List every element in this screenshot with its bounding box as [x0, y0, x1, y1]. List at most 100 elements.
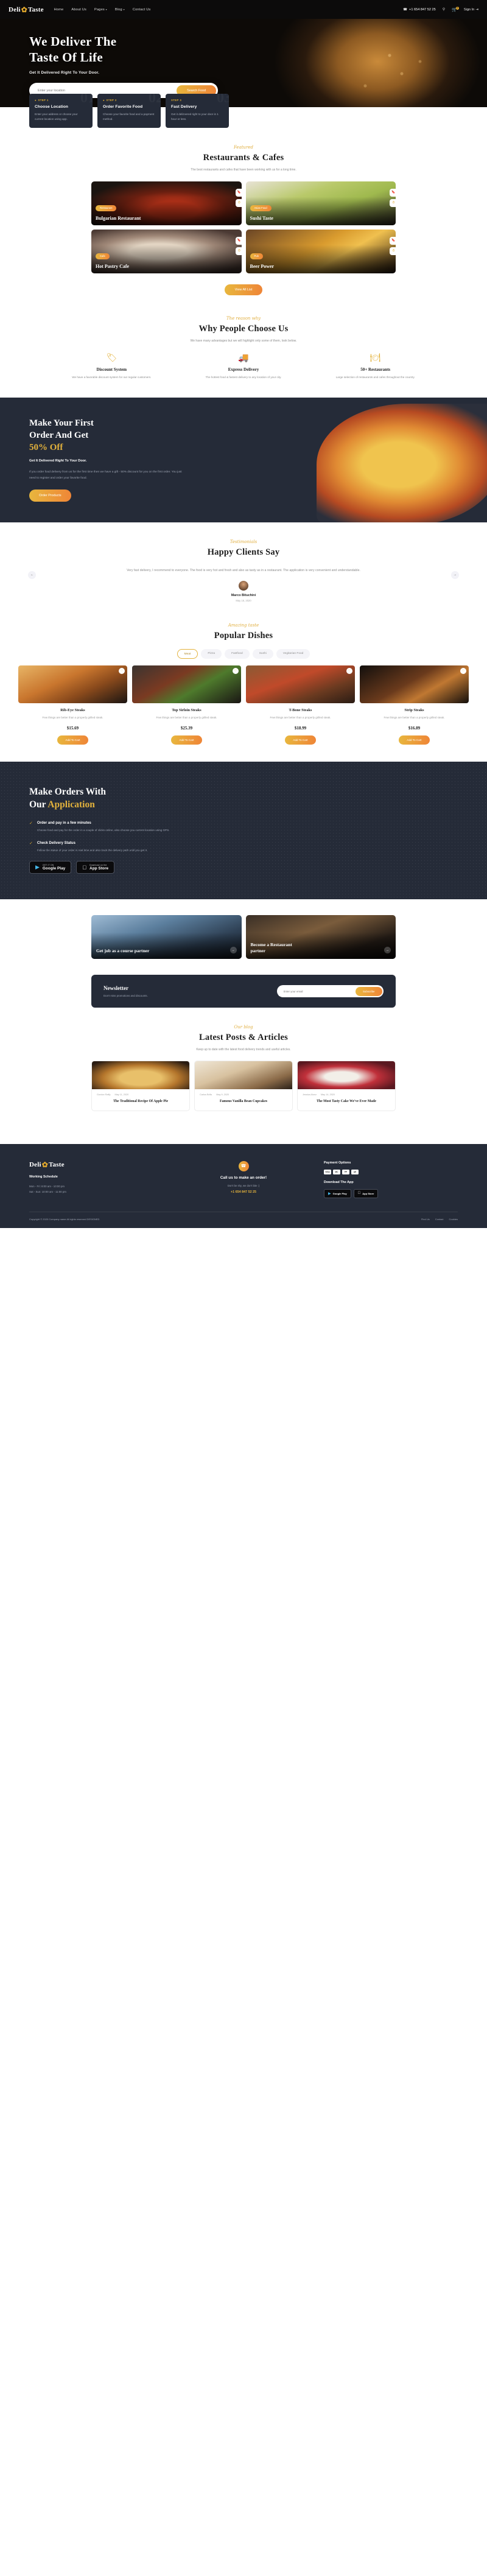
step-text: Enter your address or choose your curren… — [35, 113, 78, 121]
promo-title: Make Your First Order And Get 50% Off — [29, 417, 487, 454]
footer-col-schedule: Deli ✿ Taste Working Schedule Mon - Fri:… — [29, 1161, 163, 1198]
arrow-right-icon[interactable]: → — [229, 947, 237, 954]
restaurant-name: Sushi Taste — [250, 215, 273, 221]
blog-post-card[interactable]: Carlos Brills May 9, 2020 Famous Vanilla … — [194, 1060, 293, 1111]
features-row: 🏷 Discount System We have a favorable di… — [49, 353, 438, 380]
brand-name-second: Taste — [49, 1160, 65, 1168]
app-store-badge[interactable]:  Download on theApp Store — [76, 861, 115, 874]
restaurant-card[interactable]: 🔖 ⏱ Pub Beer Power — [245, 229, 396, 273]
bookmark-icon[interactable]: 🔖 — [390, 188, 396, 197]
restaurant-name: Beer Power — [250, 263, 275, 269]
add-to-cart-button[interactable]: Add To Cart — [57, 735, 88, 745]
sign-in-button[interactable]: Sign In ⇥ — [464, 8, 478, 12]
blog-post-card[interactable]: Jessica Alonz May 14, 2020 The Most Tasty… — [297, 1060, 396, 1111]
newsletter-subscribe-button[interactable]: Subscribe — [355, 986, 382, 996]
restaurant-card[interactable]: 🔖 ⏱ Asian Food Sushi Taste — [245, 181, 396, 225]
blog-post-card[interactable]: Gordon Raffy May 11, 2020 The Traditional… — [91, 1060, 190, 1111]
nav-item-blog[interactable]: Blog ▾ — [115, 8, 125, 12]
footer-call-phone[interactable]: +1 654 847 52 25 — [177, 1190, 310, 1194]
price-tag-icon: 🏷 — [106, 353, 117, 363]
newsletter-email-input[interactable] — [278, 986, 356, 996]
clock-icon[interactable]: ⏱ — [390, 198, 396, 207]
search-icon[interactable]: ⚲ — [443, 7, 445, 12]
dish-price: $18.99 — [294, 725, 307, 731]
partner-card-restaurant[interactable]: Become a Restaurant partner → — [245, 915, 396, 960]
carousel-next-button[interactable]: → — [451, 570, 459, 579]
nav-label: About Us — [71, 7, 87, 12]
testimonials-section: Testimonials Happy Clients Say Very fast… — [0, 522, 487, 619]
partner-card-courier[interactable]: Get job as a course partner → — [91, 915, 242, 960]
google-play-badge[interactable]: ▶ GET IT ON Google Play — [29, 861, 72, 874]
location-search-input[interactable] — [38, 88, 177, 93]
blog-author: Carlos Brills — [200, 1093, 212, 1096]
footer-google-play-badge[interactable]: ▶ Google Play — [324, 1188, 351, 1198]
footer-link-cookies[interactable]: Cookies — [449, 1218, 458, 1221]
footer-schedule-title: Working Schedule — [29, 1174, 58, 1179]
tab-sushi[interactable]: Sushi — [252, 649, 273, 659]
footer-link-contact[interactable]: Contact — [435, 1218, 444, 1221]
feature-title: 50+ Restaurants — [360, 367, 391, 373]
store-big-label: Google Play — [332, 1191, 347, 1195]
nav-item-about[interactable]: About Us — [71, 8, 86, 12]
favorite-heart-icon[interactable]: ♡ — [233, 668, 239, 675]
check-circle-icon: ✓ — [29, 821, 33, 826]
favorite-heart-icon[interactable]: ♡ — [119, 668, 125, 675]
nav-item-pages[interactable]: Pages ▾ — [94, 8, 107, 12]
newsletter-section: Newsletter Don't miss promotions and dis… — [91, 975, 396, 1008]
delivery-truck-icon: 🚚 — [238, 353, 249, 363]
tab-vegitarian-food[interactable]: Vegitarian Food — [276, 649, 310, 659]
view-all-list-button[interactable]: View All List — [224, 284, 263, 295]
app-feature-title: Check Delivery Status — [37, 841, 75, 845]
clock-icon[interactable]: ⏱ — [235, 198, 242, 207]
feature-text: We have a favorable discount system for … — [72, 376, 152, 379]
footer-schedule-weekday: Mon - Fri: 8:00 am - 10:00 pm — [29, 1184, 65, 1188]
add-to-cart-button[interactable]: Add To Cart — [399, 735, 430, 745]
footer-col-payments: Payment Options VISA MC PP AE Download T… — [324, 1161, 458, 1198]
clock-icon[interactable]: ⏱ — [235, 247, 242, 255]
header-phone[interactable]: ☎ +1 654 847 52 25 — [403, 8, 436, 12]
newsletter-subtitle: Don't miss promotions and discounts. — [103, 994, 148, 998]
nav-label: Contact Us — [132, 7, 151, 12]
add-to-cart-button[interactable]: Add To Cart — [171, 735, 202, 745]
dish-name: Rib-Eye Steaks — [60, 708, 85, 713]
step-text: Choose your favorite food and a payment … — [103, 113, 155, 121]
tab-pizza[interactable]: Pizza — [201, 649, 222, 659]
clock-icon[interactable]: ⏱ — [390, 247, 396, 255]
store-big-label: App Store — [85, 866, 108, 871]
cart-icon[interactable]: 🛒 0 — [452, 6, 459, 12]
app-title: Make Orders With Our Application — [29, 786, 487, 812]
favorite-heart-icon[interactable]: ♡ — [460, 668, 466, 675]
bookmark-icon[interactable]: 🔖 — [235, 236, 242, 245]
chevron-down-icon: ▾ — [105, 7, 107, 11]
order-products-button[interactable]: Order Products — [29, 490, 71, 502]
promo-section: Make Your First Order And Get 50% Off Ge… — [0, 397, 487, 523]
add-to-cart-button[interactable]: Add To Cart — [285, 735, 316, 745]
restaurant-card[interactable]: 🔖 ⏱ Restaurant Bulgarian Restaurant — [91, 181, 242, 225]
brand-logo[interactable]: Deli ✿ Taste — [9, 6, 44, 13]
restaurant-card[interactable]: 🔖 ⏱ Cafe Hot Pastry Cafe — [91, 229, 242, 273]
tab-meat[interactable]: Meat — [177, 649, 198, 659]
payment-methods: VISA MC PP AE — [324, 1169, 458, 1174]
footer-link-find-us[interactable]: Find Us — [421, 1218, 430, 1221]
header-phone-number: +1 654 847 52 25 — [409, 7, 436, 12]
carousel-prev-button[interactable]: ← — [28, 570, 36, 579]
footer-app-store-badge[interactable]: App Store — [353, 1188, 379, 1198]
dish-description: Few things are better than a properly gr… — [42, 716, 103, 720]
hero-title-line-2: Taste Of Life — [29, 49, 103, 65]
step-number-watermark: 03 — [217, 94, 229, 107]
footer-brand-logo[interactable]: Deli ✿ Taste — [29, 1161, 163, 1168]
blog-post-title: The Most Tasty Cake We've Ever Made — [316, 1099, 376, 1103]
bookmark-icon[interactable]: 🔖 — [235, 188, 242, 197]
testimonial-quote: Very fast delivery, I recommend to every… — [127, 569, 360, 573]
favorite-heart-icon[interactable]: ♡ — [346, 668, 352, 675]
nav-item-contact[interactable]: Contact Us — [133, 8, 151, 12]
phone-icon: ☎ — [238, 1160, 249, 1171]
nav-item-home[interactable]: Home — [54, 8, 64, 12]
apple-icon:  — [358, 1191, 361, 1195]
tab-fastfood[interactable]: Fastfood — [225, 649, 250, 659]
restaurant-category: Restaurant — [96, 205, 117, 211]
step-card-1: 01 ●STEP 1 Choose Location Enter your ad… — [29, 94, 93, 128]
sign-in-label: Sign In — [463, 7, 475, 12]
bookmark-icon[interactable]: 🔖 — [390, 236, 396, 245]
brand-name-first: Deli — [29, 1160, 41, 1168]
